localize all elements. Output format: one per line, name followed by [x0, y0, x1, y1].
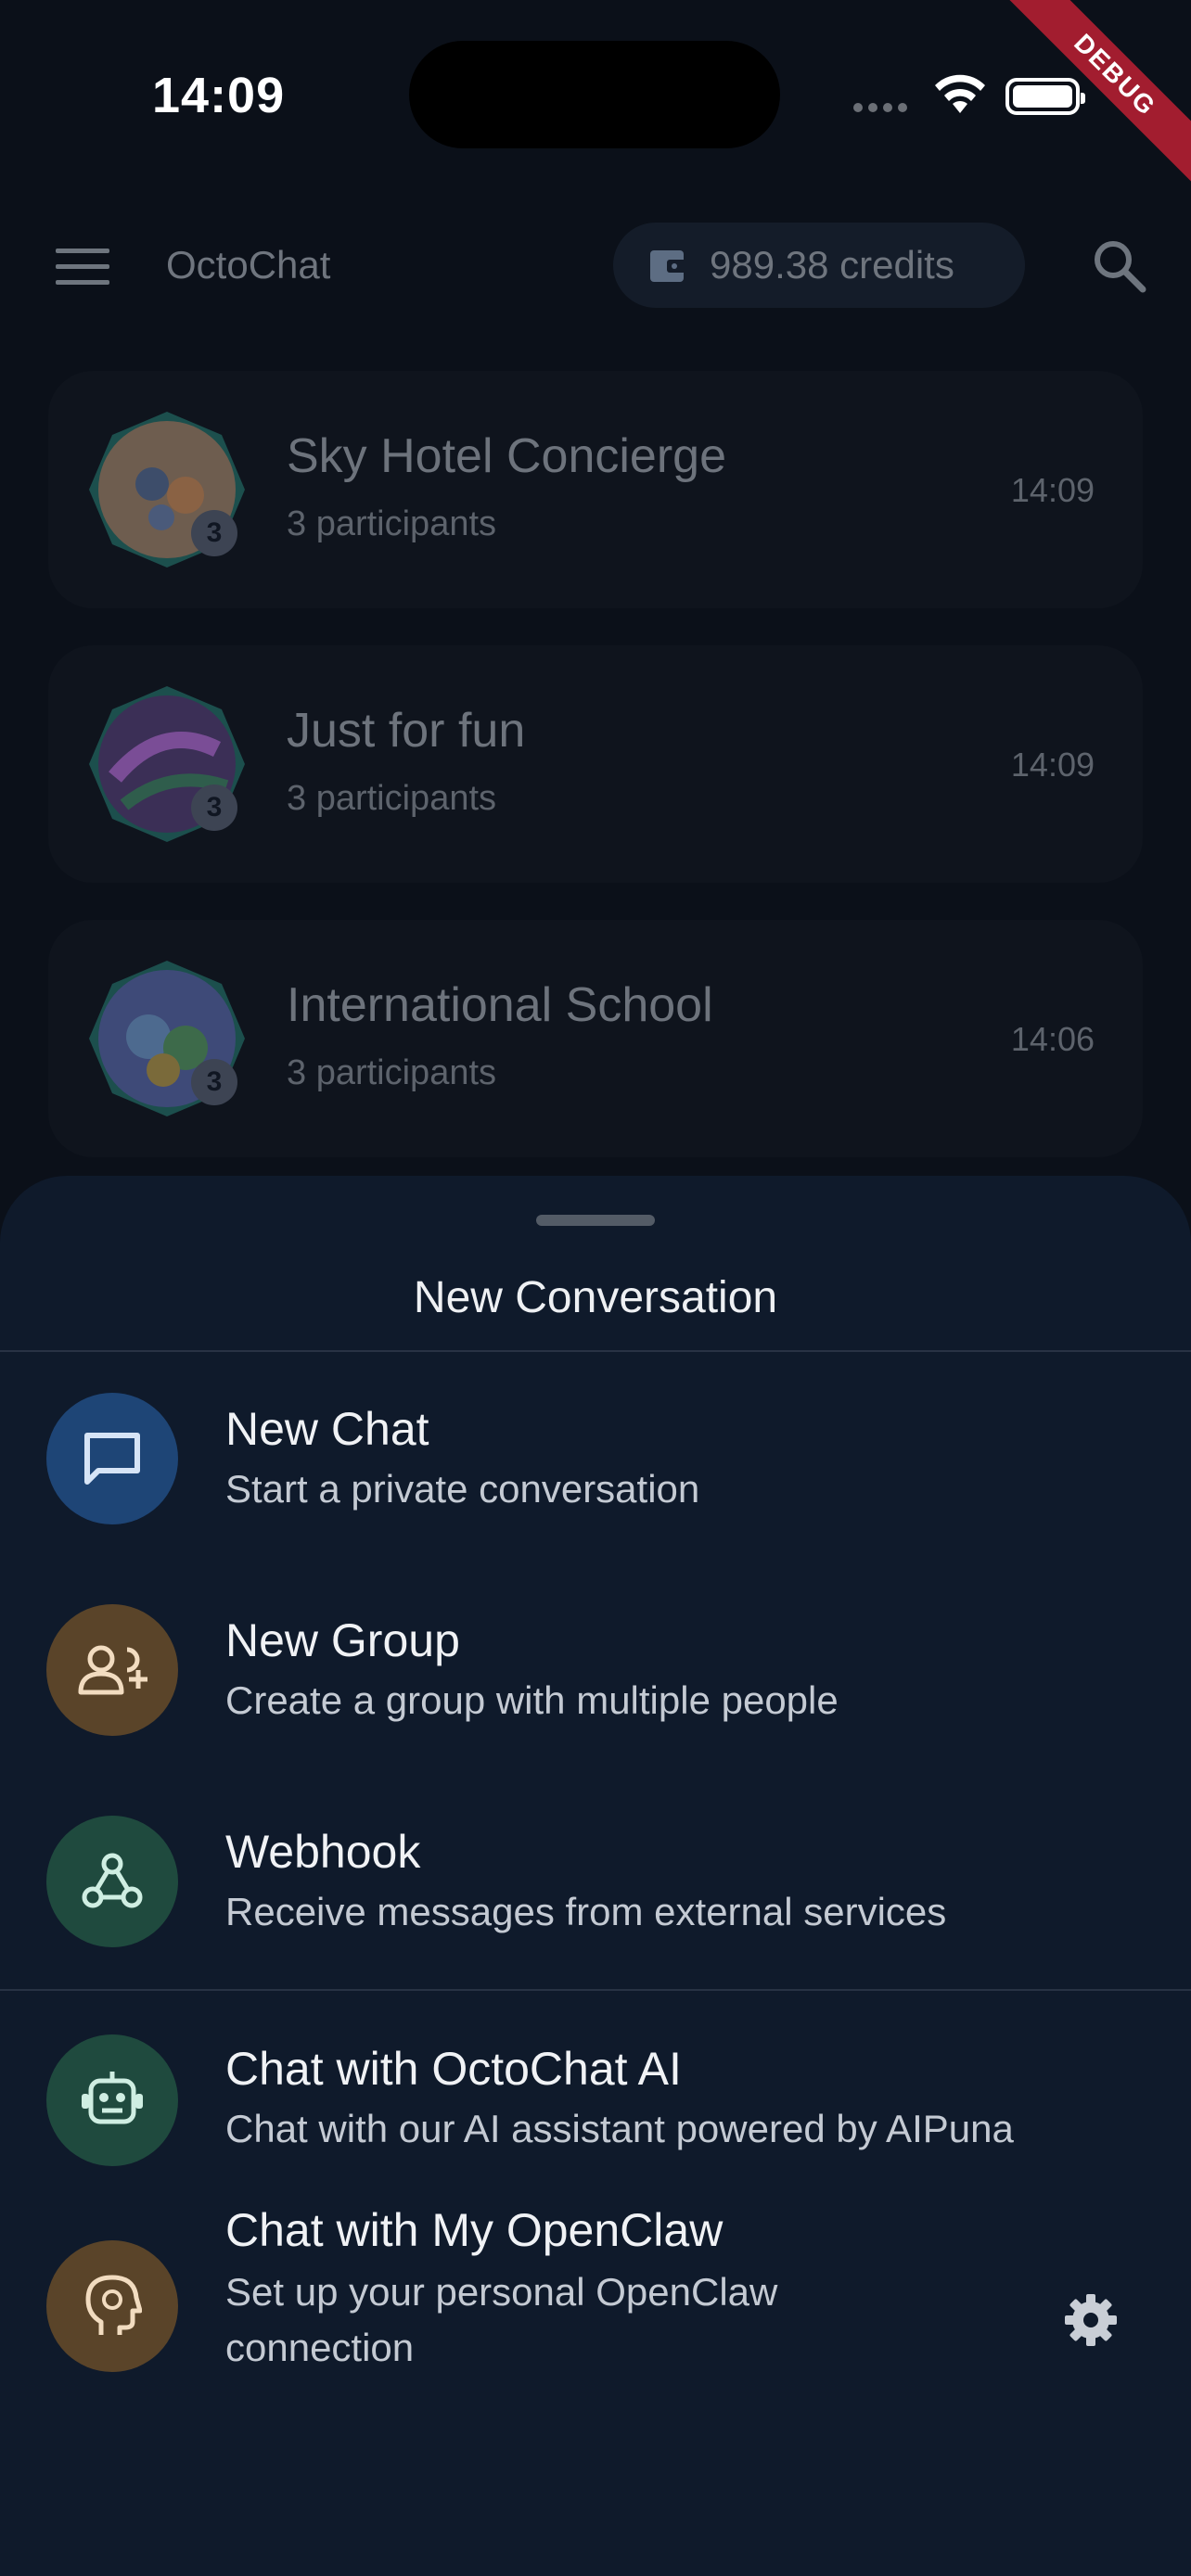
conversation-time: 14:09	[1010, 746, 1095, 784]
dynamic-island	[409, 41, 780, 148]
option-title: New Chat	[225, 1403, 429, 1455]
psychology-head-icon	[46, 2240, 178, 2372]
app-title: OctoChat	[166, 243, 331, 287]
option-description: Set up your personal OpenClaw	[225, 2270, 778, 2314]
battery-icon	[1005, 78, 1085, 115]
conversation-participants: 3 participants	[287, 504, 497, 543]
conversation-card[interactable]: 3 Sky Hotel Concierge 3 participants 14:…	[48, 371, 1143, 608]
add-group-icon	[46, 1604, 178, 1736]
conversation-name: Sky Hotel Concierge	[287, 429, 726, 483]
option-chat-my-openclaw[interactable]: Chat with My OpenClaw Set up your person…	[0, 2198, 1191, 2429]
chat-bubble-icon	[46, 1393, 178, 1524]
participant-count-badge: 3	[191, 510, 237, 556]
conversation-card[interactable]: 3 International School 3 participants 14…	[48, 920, 1143, 1157]
search-icon[interactable]	[1091, 237, 1148, 300]
wifi-icon	[932, 72, 988, 120]
drag-handle[interactable]	[536, 1215, 655, 1226]
option-title: New Group	[225, 1614, 460, 1666]
option-new-group[interactable]: New Group Create a group with multiple p…	[0, 1580, 1191, 1793]
conversation-name: International School	[287, 978, 713, 1032]
credits-balance: 989.38 credits	[710, 243, 954, 287]
option-description: Start a private conversation	[225, 1467, 700, 1511]
sheet-title: New Conversation	[413, 1273, 778, 1322]
option-description: connection	[225, 2326, 415, 2369]
option-title: Chat with OctoChat AI	[225, 2043, 682, 2095]
option-description: Receive messages from external services	[225, 1890, 947, 1933]
cellular-signal-icon	[853, 100, 913, 117]
participant-count-badge: 3	[191, 1059, 237, 1105]
status-time: 14:09	[152, 68, 286, 123]
participant-count-badge: 3	[191, 784, 237, 831]
conversation-participants: 3 participants	[287, 1053, 497, 1092]
option-new-chat[interactable]: New Chat Start a private conversation	[0, 1369, 1191, 1582]
option-title: Chat with My OpenClaw	[225, 2204, 724, 2256]
credits-chip[interactable]: 989.38 credits	[613, 223, 1025, 308]
webhook-icon	[46, 1816, 178, 1947]
conversation-time: 14:09	[1010, 471, 1095, 509]
conversation-card[interactable]: 3 Just for fun 3 participants 14:09	[48, 645, 1143, 883]
divider	[0, 1989, 1191, 1991]
conversation-name: Just for fun	[287, 704, 526, 758]
wallet-icon	[648, 249, 687, 288]
option-description: Create a group with multiple people	[225, 1678, 839, 1722]
option-title: Webhook	[225, 1826, 421, 1878]
option-webhook[interactable]: Webhook Receive messages from external s…	[0, 1792, 1191, 2005]
conversation-time: 14:06	[1010, 1020, 1095, 1058]
conversation-participants: 3 participants	[287, 779, 497, 818]
menu-icon[interactable]	[56, 249, 109, 296]
option-chat-octochat-ai[interactable]: Chat with OctoChat AI Chat with our AI a…	[0, 2007, 1191, 2220]
option-description: Chat with our AI assistant powered by AI…	[225, 2107, 1014, 2150]
gear-icon[interactable]	[1063, 2292, 1119, 2353]
robot-icon	[46, 2034, 178, 2166]
